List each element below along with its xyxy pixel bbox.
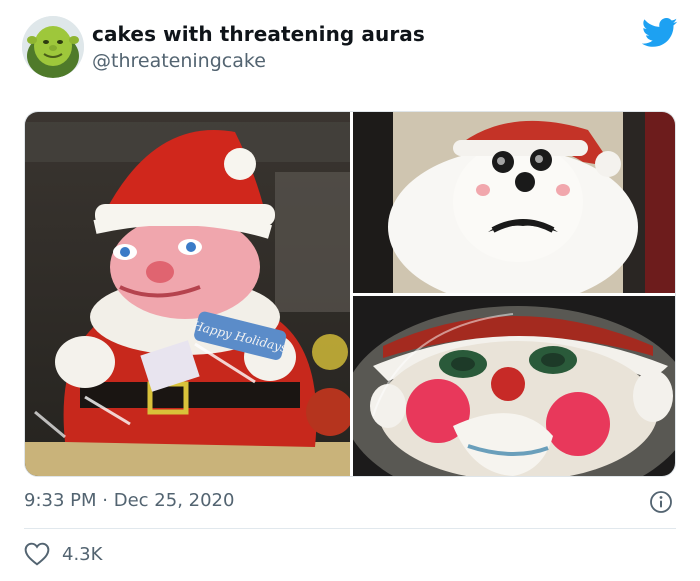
tweet-date: Dec 25, 2020 bbox=[113, 490, 235, 511]
like-button[interactable]: 4.3K bbox=[24, 540, 102, 568]
photo-santa-cake-black-eyes[interactable] bbox=[353, 112, 675, 293]
photo-santa-cake-clown-face[interactable] bbox=[353, 296, 675, 476]
timestamp-separator: · bbox=[102, 490, 108, 511]
like-count: 4.3K bbox=[62, 543, 103, 565]
heart-icon bbox=[24, 542, 50, 566]
info-icon[interactable] bbox=[649, 490, 673, 514]
user-handle[interactable]: @threateningcake bbox=[92, 50, 266, 72]
media-grid: Happy Holidays bbox=[24, 111, 676, 477]
tweet-timestamp[interactable]: 9:33 PM · Dec 25, 2020 bbox=[24, 490, 234, 511]
divider bbox=[24, 528, 676, 529]
photo-santa-cake-standing[interactable]: Happy Holidays bbox=[25, 112, 350, 476]
display-name[interactable]: cakes with threatening auras bbox=[92, 22, 425, 46]
tweet-card: cakes with threatening auras @threatenin… bbox=[0, 0, 700, 581]
tweet-time: 9:33 PM bbox=[24, 490, 97, 511]
avatar[interactable] bbox=[22, 16, 84, 78]
twitter-bird-icon[interactable] bbox=[641, 18, 678, 48]
